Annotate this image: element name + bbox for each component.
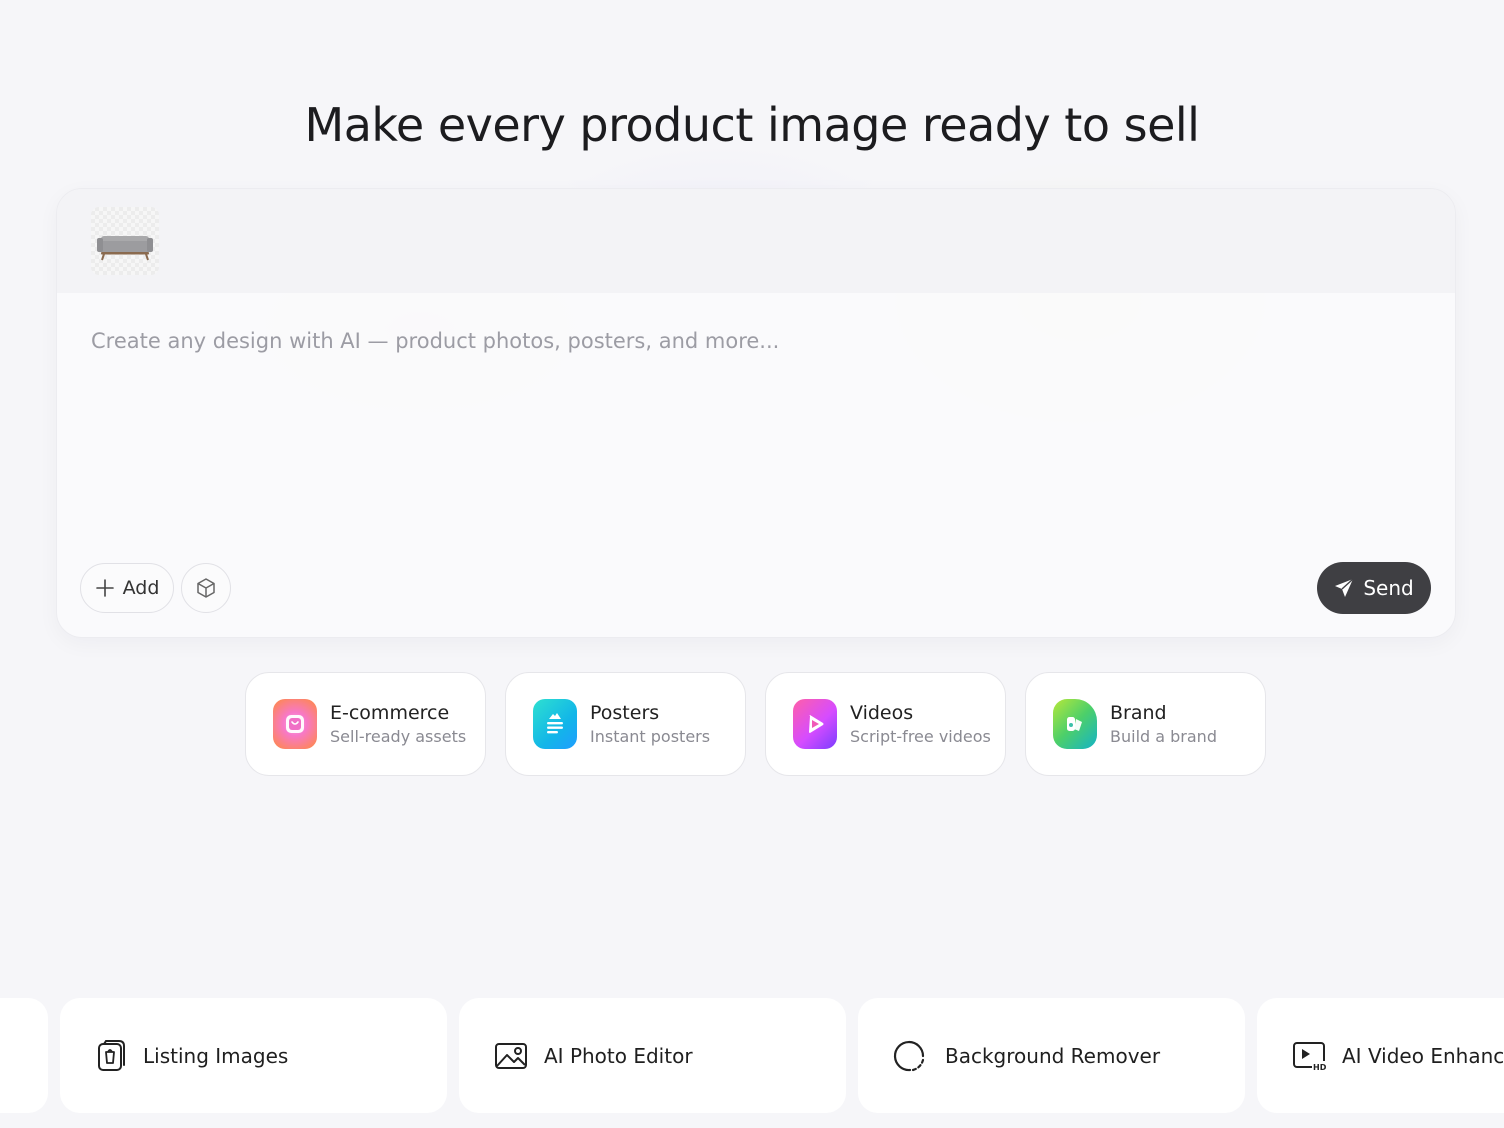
tool-label: AI Video Enhancer — [1342, 1043, 1504, 1068]
tool-card-partial[interactable] — [0, 998, 48, 1113]
category-title: Brand — [1110, 702, 1167, 724]
tool-label: Background Remover — [945, 1043, 1161, 1068]
plus-icon — [95, 579, 114, 597]
cube-icon — [197, 578, 215, 598]
category-subtitle: Script-free videos — [850, 727, 991, 746]
category-card-brand[interactable]: Brand Build a brand — [1025, 672, 1266, 776]
listing-images-icon — [98, 1039, 125, 1071]
photo-editor-icon — [495, 1042, 527, 1069]
tool-card-ai-photo-editor[interactable]: AI Photo Editor — [459, 998, 846, 1113]
tool-card-background-remover[interactable]: Background Remover — [858, 998, 1245, 1113]
tool-card-ai-video-enhancer[interactable]: HD AI Video Enhancer — [1257, 998, 1504, 1113]
category-card-ecommerce[interactable]: E-commerce Sell-ready assets — [245, 672, 486, 776]
tool-card-listing-images[interactable]: Listing Images — [60, 998, 447, 1113]
prompt-input[interactable] — [91, 329, 1411, 353]
send-button[interactable]: Send — [1317, 562, 1431, 614]
category-title: Videos — [850, 702, 914, 724]
category-card-videos[interactable]: Videos Script-free videos — [765, 672, 1006, 776]
background-remover-icon — [893, 1040, 925, 1071]
add-button[interactable]: Add — [80, 563, 174, 613]
svg-text:HD: HD — [1313, 1063, 1326, 1072]
category-subtitle: Instant posters — [590, 727, 711, 746]
category-title: Posters — [590, 702, 660, 724]
sofa-icon — [97, 236, 153, 261]
attachment-strip — [57, 189, 1455, 293]
category-subtitle: Build a brand — [1110, 727, 1217, 746]
model-select-button[interactable] — [181, 563, 231, 613]
page: Make every product image ready to sell C… — [0, 0, 1504, 1128]
tool-carousel: Listing Images AI Photo Editor Backgroun… — [0, 998, 1504, 1113]
tool-label: AI Photo Editor — [544, 1043, 693, 1068]
page-title: Make every product image ready to sell — [304, 98, 1200, 152]
category-title: E-commerce — [330, 702, 450, 724]
send-button-label: Send — [1363, 576, 1414, 600]
brand-icon — [1053, 699, 1097, 749]
shopping-bag-icon — [273, 699, 317, 749]
add-button-label: Add — [122, 577, 160, 599]
prompt-composer: Add Send — [56, 188, 1456, 638]
category-card-posters[interactable]: Posters Instant posters — [505, 672, 746, 776]
category-cards: E-commerce Sell-ready assets Posters Ins… — [245, 672, 1266, 776]
play-icon — [793, 699, 837, 749]
paper-plane-icon — [1335, 578, 1354, 597]
tool-label: Listing Images — [143, 1043, 289, 1068]
video-enhancer-icon: HD — [1293, 1041, 1326, 1072]
poster-icon — [533, 699, 577, 749]
category-subtitle: Sell-ready assets — [330, 727, 467, 746]
attached-image-thumbnail[interactable] — [91, 207, 159, 275]
